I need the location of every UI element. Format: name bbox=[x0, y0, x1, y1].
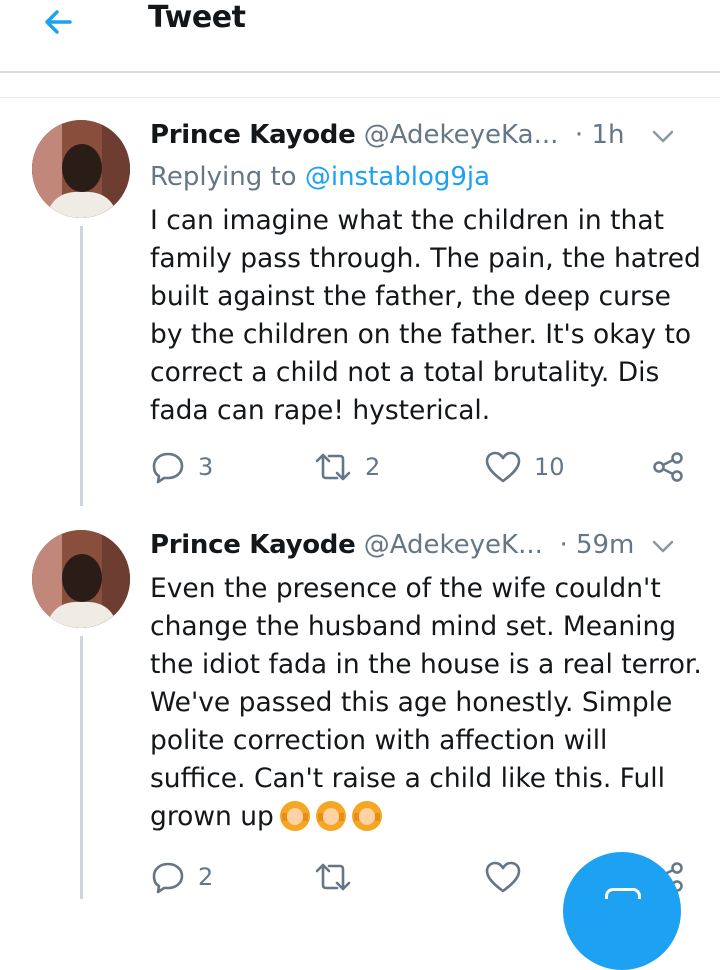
tweet-header: Prince Kayode @AdekeyeKa... · 1h bbox=[150, 120, 710, 156]
retweet-count: 2 bbox=[365, 453, 381, 481]
like-count: 10 bbox=[534, 453, 565, 481]
profile-photo bbox=[32, 530, 130, 628]
reply-count: 2 bbox=[198, 863, 214, 891]
tweet-text-line: family pass through. The pain, the hatre… bbox=[150, 243, 701, 274]
tweet-text-fragment: grown up bbox=[150, 801, 274, 832]
tweet-actions: 3 2 10 bbox=[150, 447, 690, 487]
retweet-icon bbox=[315, 453, 351, 481]
timestamp[interactable]: · 1h bbox=[575, 120, 625, 150]
user-handle[interactable]: @AdekeyeK... bbox=[364, 530, 543, 560]
mention-link[interactable]: @instablog9ja bbox=[305, 162, 490, 192]
tweet-text: Even the presence of the wife couldn't c… bbox=[150, 570, 702, 836]
user-handle[interactable]: @AdekeyeKa... bbox=[364, 120, 559, 150]
heart-icon bbox=[485, 451, 521, 483]
tweet-text-line: We've passed this age honestly. Simple bbox=[150, 687, 673, 718]
compose-icon bbox=[605, 888, 641, 899]
header-divider bbox=[0, 71, 720, 73]
thread-line bbox=[80, 636, 83, 899]
share-button[interactable] bbox=[650, 447, 686, 487]
tweet-text-line: correct a child not a total brutality. D… bbox=[150, 357, 660, 388]
like-button[interactable] bbox=[484, 857, 534, 897]
person-gesturing-ok-icon bbox=[351, 801, 382, 831]
tweet-text-line: grown up bbox=[150, 798, 702, 836]
replying-to: Replying to @instablog9ja bbox=[150, 162, 490, 192]
tweet-card[interactable]: Prince Kayode @AdekeyeKa... · 1h Replyin… bbox=[0, 120, 720, 506]
reply-button[interactable]: 3 bbox=[150, 447, 213, 487]
tweet-text-line: suffice. Can't raise a child like this. … bbox=[150, 763, 665, 794]
tweet-text-line: Even the presence of the wife couldn't bbox=[150, 573, 661, 604]
tweet-text-line: polite correction with affection will bbox=[150, 725, 608, 756]
share-icon bbox=[653, 452, 683, 482]
heart-icon bbox=[485, 861, 521, 893]
person-gesturing-ok-icon bbox=[315, 801, 346, 831]
timestamp[interactable]: · 59m bbox=[559, 530, 634, 560]
replying-prefix: Replying to bbox=[150, 162, 305, 192]
section-divider bbox=[0, 97, 720, 98]
display-name[interactable]: Prince Kayode bbox=[150, 530, 356, 560]
reply-button[interactable]: 2 bbox=[150, 857, 213, 897]
chevron-down-icon[interactable] bbox=[652, 130, 674, 144]
chevron-down-icon[interactable] bbox=[652, 540, 674, 554]
tweet-text-line: fada can rape! hysterical. bbox=[150, 395, 491, 426]
display-name[interactable]: Prince Kayode bbox=[150, 120, 356, 150]
tweet-text-line: change the husband mind set. Meaning bbox=[150, 611, 677, 642]
tweet-header: Prince Kayode @AdekeyeK... · 59m bbox=[150, 530, 710, 566]
reply-icon bbox=[152, 452, 184, 484]
thread-line bbox=[80, 226, 83, 506]
top-bar: Tweet bbox=[0, 0, 720, 72]
back-button[interactable] bbox=[40, 6, 80, 38]
profile-photo bbox=[32, 120, 130, 218]
tweet-text: I can imagine what the children in that … bbox=[150, 202, 702, 430]
like-button[interactable]: 10 bbox=[484, 447, 565, 487]
tweet-text-line: by the children on the father. It's okay… bbox=[150, 319, 692, 350]
reply-count: 3 bbox=[198, 453, 214, 481]
retweet-icon bbox=[315, 863, 351, 891]
retweet-button[interactable]: 2 bbox=[313, 447, 380, 487]
person-gesturing-ok-icon bbox=[279, 801, 310, 831]
avatar[interactable] bbox=[32, 120, 130, 218]
compose-tweet-button[interactable] bbox=[563, 852, 681, 970]
reply-icon bbox=[152, 862, 184, 894]
avatar[interactable] bbox=[32, 530, 130, 628]
retweet-button[interactable] bbox=[313, 857, 365, 897]
tweet-text-line: I can imagine what the children in that bbox=[150, 205, 664, 236]
page-title: Tweet bbox=[148, 0, 246, 35]
arrow-left-icon bbox=[45, 10, 72, 34]
tweet-text-line: built against the father, the deep curse bbox=[150, 281, 671, 312]
tweet-text-line: the idiot fada in the house is a real te… bbox=[150, 649, 702, 680]
tweet-card[interactable]: Prince Kayode @AdekeyeK... · 59m Even th… bbox=[0, 530, 720, 899]
